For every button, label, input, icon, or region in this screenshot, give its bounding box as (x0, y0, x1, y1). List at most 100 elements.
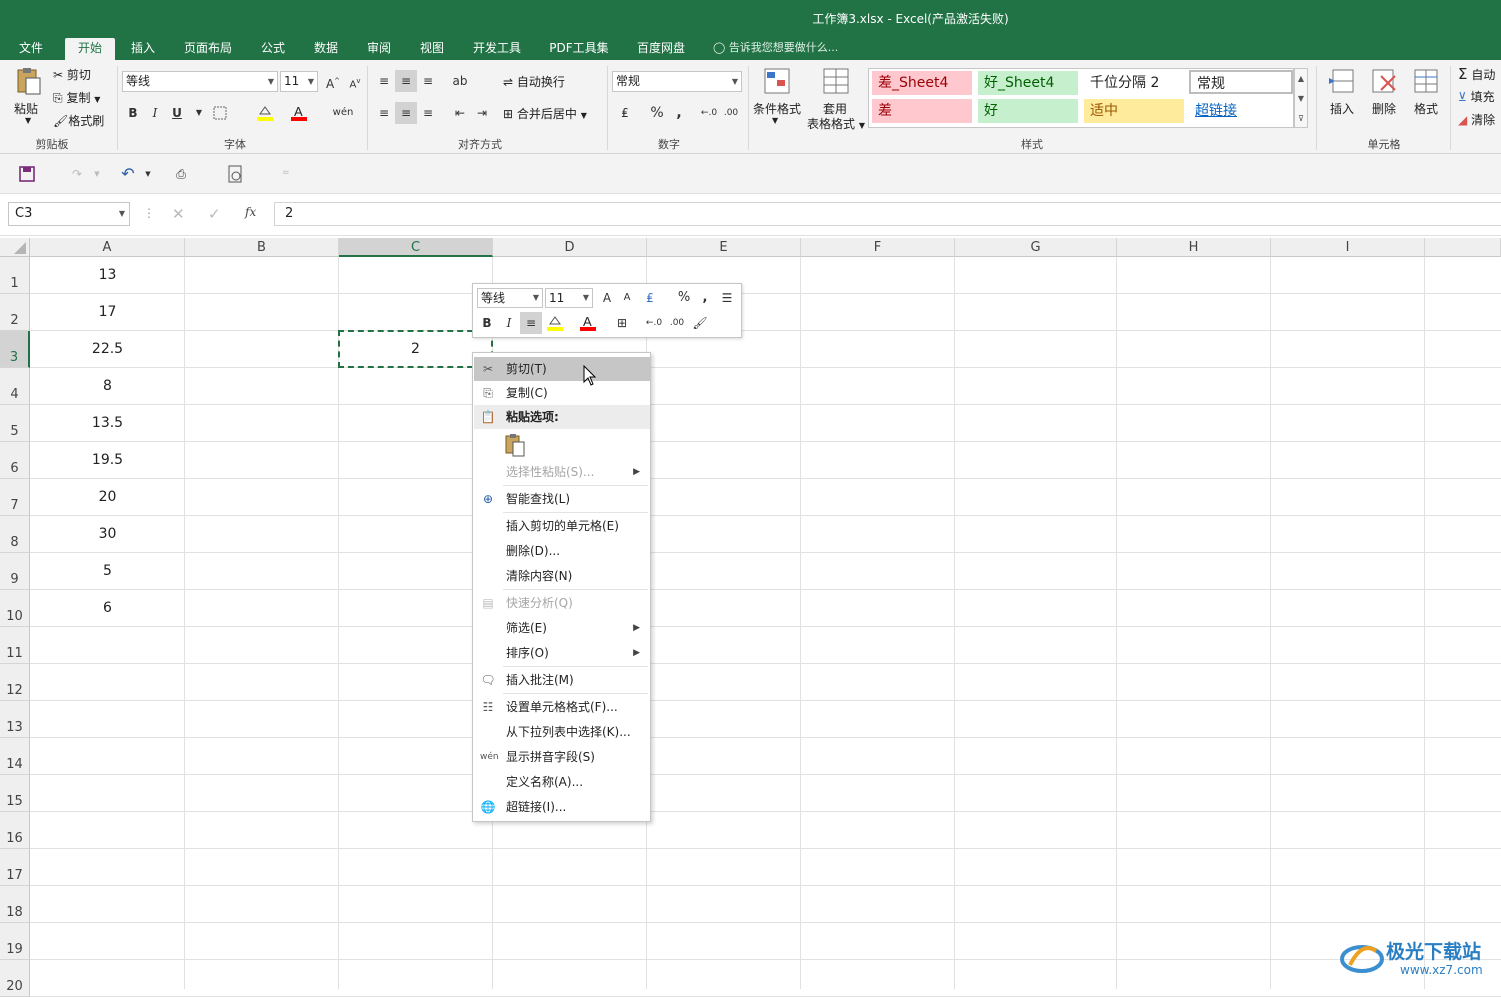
wrap-text-button[interactable]: ⇌ 自动换行 (503, 73, 565, 90)
column-header-a[interactable]: A (30, 238, 185, 257)
row-header-11[interactable]: 11 (0, 627, 30, 664)
font-size-select[interactable]: 11 ▼ (280, 71, 318, 92)
phonetic-guide-icon[interactable]: wén (332, 102, 354, 124)
menu-delete[interactable]: 删除(D)... (474, 539, 650, 563)
fill-button[interactable]: ⊻ 填充 (1458, 88, 1495, 105)
style-bad-sheet4[interactable]: 差_Sheet4 (872, 71, 972, 95)
menu-quick-analysis[interactable]: ▤ 快速分析(Q) (474, 591, 650, 615)
align-middle-icon[interactable]: ≡ (395, 70, 417, 92)
mini-percent-button[interactable]: % (673, 287, 695, 309)
mini-center-icon[interactable]: ≡ (520, 312, 542, 334)
font-name-select[interactable]: 等线 ▼ (122, 71, 278, 92)
column-header-i[interactable]: I (1271, 238, 1425, 257)
column-header-h[interactable]: H (1117, 238, 1271, 257)
column-header-d[interactable]: D (493, 238, 647, 257)
row-header-14[interactable]: 14 (0, 738, 30, 775)
cell-a6[interactable]: 19.5 (30, 442, 185, 479)
active-cell-c3[interactable]: 2 (338, 330, 493, 368)
format-cells-button[interactable]: 格式 (1414, 100, 1438, 117)
row-header-8[interactable]: 8 (0, 516, 30, 553)
mini-increase-font-icon[interactable]: A (596, 287, 618, 309)
cell-a3[interactable]: 22.5 (30, 331, 185, 368)
column-header-next[interactable] (1425, 238, 1501, 257)
cell-a4[interactable]: 8 (30, 368, 185, 405)
mini-decrease-decimal-icon[interactable]: .00 (666, 312, 688, 334)
tab-page-layout[interactable]: 页面布局 (176, 38, 240, 60)
worksheet-grid[interactable]: ABCDEFGHI 1 2 3 4 5 6 7 8 9 10 11 12 13 14 15 16 17 18 19 2… (0, 238, 1501, 997)
row-header-5[interactable]: 5 (0, 405, 30, 442)
style-good[interactable]: 好 (978, 99, 1078, 123)
column-header-c[interactable]: C (339, 238, 493, 257)
row-header-7[interactable]: 7 (0, 479, 30, 516)
tab-insert[interactable]: 插入 (122, 38, 164, 60)
print-preview-icon[interactable]: ⎙ (170, 163, 192, 185)
row-header-2[interactable]: 2 (0, 294, 30, 331)
row-header-20[interactable]: 20 (0, 960, 30, 997)
paste-dropdown-icon[interactable]: ▼ (25, 116, 31, 125)
menu-show-phonetic[interactable]: wén 显示拼音字段(S) (474, 745, 650, 769)
menu-cut[interactable]: ✂ 剪切(T) (474, 357, 650, 381)
row-header-9[interactable]: 9 (0, 553, 30, 590)
currency-icon[interactable]: ₤ (614, 102, 636, 124)
cancel-icon[interactable]: ✕ (172, 205, 185, 223)
menu-filter[interactable]: 筛选(E) ▶ (474, 616, 650, 640)
column-header-b[interactable]: B (185, 238, 339, 257)
bold-button[interactable]: B (122, 102, 144, 124)
tab-review[interactable]: 审阅 (358, 38, 400, 60)
mini-bold-button[interactable]: B (476, 312, 498, 334)
increase-decimal-icon[interactable]: ←.0 (698, 102, 720, 124)
insert-function-icon[interactable]: fx (245, 205, 256, 219)
tab-developer[interactable]: 开发工具 (465, 38, 529, 60)
increase-indent-icon[interactable]: ⇥ (471, 102, 493, 124)
border-icon[interactable] (210, 102, 232, 124)
menu-clear-contents[interactable]: 清除内容(N) (474, 564, 650, 588)
underline-button[interactable]: U (166, 102, 188, 124)
align-left-icon[interactable]: ≡ (373, 102, 395, 124)
row-header-17[interactable]: 17 (0, 849, 30, 886)
select-all-button[interactable] (0, 238, 30, 257)
mini-border-icon[interactable]: ⊞ (611, 312, 633, 334)
menu-insert-comment[interactable]: 🗨 插入批注(M) (474, 668, 650, 692)
menu-insert-cut-cells[interactable]: 插入剪切的单元格(E) (474, 514, 650, 538)
delete-cells-icon[interactable] (1369, 66, 1399, 98)
redo-icon[interactable]: ↷ (66, 163, 88, 185)
paste-button[interactable]: 粘贴 (14, 100, 38, 117)
row-header-4[interactable]: 4 (0, 368, 30, 405)
increase-font-icon[interactable]: A^ (322, 70, 344, 92)
save-icon[interactable] (16, 163, 38, 185)
align-top-icon[interactable]: ≡ (373, 70, 395, 92)
cell-a5[interactable]: 13.5 (30, 405, 185, 442)
mini-increase-decimal-icon[interactable]: ←.0 (643, 312, 665, 334)
tab-view[interactable]: 视图 (411, 38, 453, 60)
row-header-18[interactable]: 18 (0, 886, 30, 923)
cell-a7[interactable]: 20 (30, 479, 185, 516)
menu-define-name[interactable]: 定义名称(A)... (474, 770, 650, 794)
menu-format-cells[interactable]: ☷ 设置单元格格式(F)... (474, 695, 650, 719)
column-header-e[interactable]: E (647, 238, 801, 257)
paste-option-icon[interactable] (503, 433, 527, 459)
mini-format-painter-icon[interactable]: 🖌 (689, 312, 711, 334)
menu-sort[interactable]: 排序(O) ▶ (474, 641, 650, 665)
conditional-format-icon[interactable] (763, 66, 793, 98)
fill-color-icon[interactable] (254, 102, 276, 124)
customize-qat-icon[interactable]: = (282, 168, 290, 178)
decrease-font-icon[interactable]: Av (344, 70, 366, 92)
style-hyperlink[interactable]: 超链接 (1189, 99, 1289, 123)
conditional-format-button[interactable]: 条件格式 (753, 100, 801, 117)
font-color-icon[interactable]: A (288, 102, 310, 124)
row-header-16[interactable]: 16 (0, 812, 30, 849)
row-header-19[interactable]: 19 (0, 923, 30, 960)
cell-a8[interactable]: 30 (30, 516, 185, 553)
cell-a2[interactable]: 17 (30, 294, 185, 331)
copy-button[interactable]: ⎘ 复制 ▼ (53, 89, 100, 106)
tab-baidu-netdisk[interactable]: 百度网盘 (628, 38, 694, 60)
align-center-icon[interactable]: ≡ (395, 102, 417, 124)
tab-pdf-tools[interactable]: PDF工具集 (542, 38, 616, 60)
decrease-indent-icon[interactable]: ⇤ (449, 102, 471, 124)
formula-input[interactable]: 2 (274, 202, 1501, 226)
format-as-table-icon[interactable] (822, 66, 852, 98)
mini-currency-icon[interactable]: ₤ (639, 287, 661, 309)
insert-cells-button[interactable]: 插入 (1330, 100, 1354, 117)
tab-home[interactable]: 开始 (65, 38, 115, 60)
format-as-table-label-2[interactable]: 表格格式 ▼ (807, 115, 865, 132)
